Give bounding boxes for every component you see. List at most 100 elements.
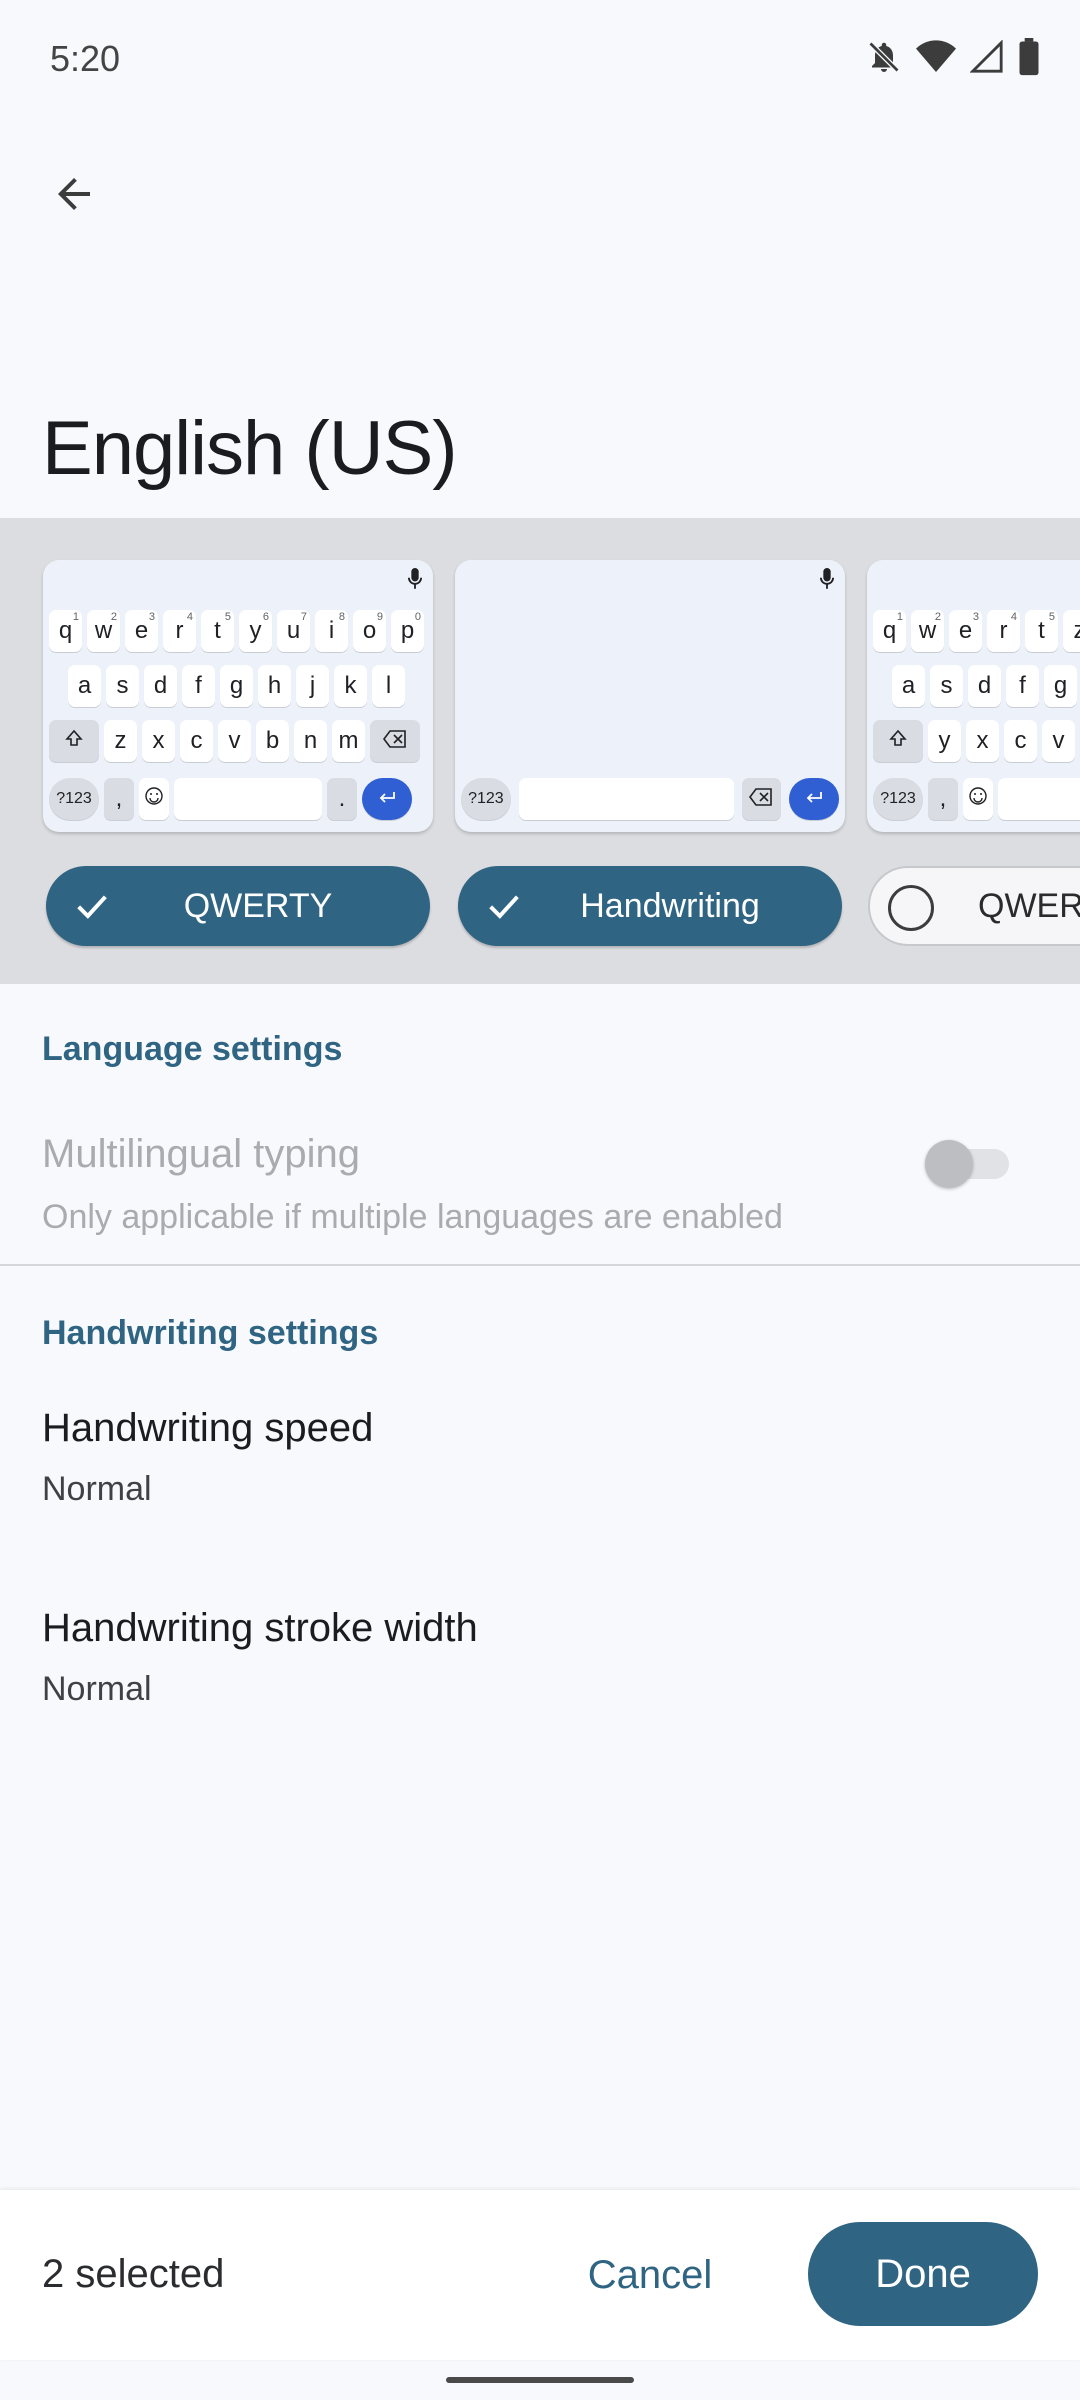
period-key: .	[327, 778, 357, 820]
shift-icon	[64, 727, 84, 755]
emoji-key	[139, 778, 169, 820]
key-h: h	[258, 665, 291, 707]
backspace-icon	[383, 727, 407, 755]
bottom-action-bar: 2 selected Cancel Done	[0, 2190, 1080, 2360]
key-x: x	[142, 720, 175, 762]
shift-key	[49, 720, 99, 762]
layout-chip-label: QWERTY	[183, 886, 333, 925]
backspace-key	[741, 778, 782, 820]
key-j: j	[296, 665, 329, 707]
back-button[interactable]	[38, 160, 110, 232]
shift-icon	[888, 727, 908, 755]
key-o: o9	[353, 610, 386, 652]
key-v: v	[218, 720, 251, 762]
key-d: d	[144, 665, 177, 707]
done-button[interactable]: Done	[808, 2222, 1038, 2326]
key-p: p0	[391, 610, 424, 652]
key-c: c	[180, 720, 213, 762]
key-z: z	[104, 720, 137, 762]
key-g: g	[1044, 665, 1077, 707]
handwriting-speed-value: Normal	[42, 1470, 152, 1508]
key-n: n	[294, 720, 327, 762]
key-w: w2	[87, 610, 120, 652]
handwriting-settings-header: Handwriting settings	[42, 1314, 379, 1352]
emoji-key	[963, 778, 993, 820]
gesture-nav-handle[interactable]	[446, 2377, 634, 2383]
key-t: t5	[201, 610, 234, 652]
layout-chip-label: QWER	[978, 886, 1080, 925]
status-bar: 5:20	[0, 0, 1080, 120]
layout-carousel[interactable]: q1 w2 e3 r4 t5 y6 u7 i8 o9 p0 a s d f g …	[0, 518, 1080, 984]
wifi-icon	[916, 39, 956, 75]
key-k: k	[334, 665, 367, 707]
signal-icon	[970, 40, 1004, 74]
symbols-key: ?123	[461, 778, 511, 820]
handwriting-stroke-width-value: Normal	[42, 1670, 152, 1708]
key-r: r4	[163, 610, 196, 652]
key-i: i8	[315, 610, 348, 652]
key-c: c	[1004, 720, 1037, 762]
multilingual-typing-subtitle: Only applicable if multiple languages ar…	[42, 1198, 783, 1236]
key-row-2: a s d f g	[867, 665, 1080, 707]
emoji-icon	[144, 785, 164, 813]
battery-icon	[1018, 38, 1040, 76]
key-row-1: q1 w2 e3 r4 t5 z	[867, 610, 1080, 652]
key-row-4: ?123 ,	[867, 778, 1080, 820]
key-row-1: q1 w2 e3 r4 t5 y6 u7 i8 o9 p0	[43, 610, 433, 652]
key-f: f	[1006, 665, 1039, 707]
arrow-back-icon	[50, 170, 98, 223]
multilingual-typing-title: Multilingual typing	[42, 1132, 360, 1176]
section-divider	[0, 1264, 1080, 1266]
mic-icon	[819, 568, 835, 595]
backspace-icon	[749, 785, 773, 813]
symbols-key: ?123	[49, 778, 99, 820]
key-y: y	[928, 720, 961, 762]
layout-chip-qwerty[interactable]: QWERTY	[46, 866, 430, 946]
key-row-4: ?123 , .	[43, 778, 433, 820]
enter-icon	[377, 785, 397, 813]
key-x: x	[966, 720, 999, 762]
space-key	[998, 778, 1080, 820]
cancel-button[interactable]: Cancel	[560, 2230, 740, 2320]
key-row-2: a s d f g h j k l	[43, 665, 433, 707]
key-q: q1	[49, 610, 82, 652]
key-l: l	[372, 665, 405, 707]
status-time: 5:20	[50, 38, 121, 79]
selected-count: 2 selected	[42, 2252, 225, 2296]
key-a: a	[68, 665, 101, 707]
emoji-icon	[968, 785, 988, 813]
enter-key	[362, 778, 412, 820]
key-a: a	[892, 665, 925, 707]
handwriting-stroke-width-title: Handwriting stroke width	[42, 1606, 478, 1650]
handwriting-speed-title: Handwriting speed	[42, 1406, 374, 1450]
key-y: y6	[239, 610, 272, 652]
key-u: u7	[277, 610, 310, 652]
layout-chip-handwriting[interactable]: Handwriting	[458, 866, 842, 946]
key-b: b	[256, 720, 289, 762]
key-m: m	[332, 720, 365, 762]
layout-chip-label: Handwriting	[580, 886, 760, 925]
symbols-key: ?123	[873, 778, 923, 820]
notifications-off-icon	[866, 39, 902, 75]
key-row-3: z x c v b n m	[43, 720, 433, 762]
key-r: r4	[987, 610, 1020, 652]
status-icons	[866, 38, 1040, 76]
key-e: e3	[949, 610, 982, 652]
key-q: q1	[873, 610, 906, 652]
multilingual-typing-toggle[interactable]	[925, 1140, 1009, 1188]
key-w: w2	[911, 610, 944, 652]
layout-preview-qwerty[interactable]: q1 w2 e3 r4 t5 y6 u7 i8 o9 p0 a s d f g …	[43, 560, 433, 832]
layout-preview-handwriting[interactable]: ?123	[455, 560, 845, 832]
layout-preview-qwertz[interactable]: q1 w2 e3 r4 t5 z a s d f g y x c v ?123 …	[867, 560, 1080, 832]
key-s: s	[106, 665, 139, 707]
page-title: English (US)	[42, 406, 458, 491]
comma-key: ,	[104, 778, 134, 820]
language-settings-header: Language settings	[42, 1030, 343, 1068]
key-s: s	[930, 665, 963, 707]
mic-icon	[407, 568, 423, 595]
shift-key	[873, 720, 923, 762]
handwriting-bottom-row: ?123	[455, 778, 845, 820]
space-key	[174, 778, 322, 820]
key-d: d	[968, 665, 1001, 707]
layout-chip-qwertz[interactable]: QWER	[868, 866, 1080, 946]
